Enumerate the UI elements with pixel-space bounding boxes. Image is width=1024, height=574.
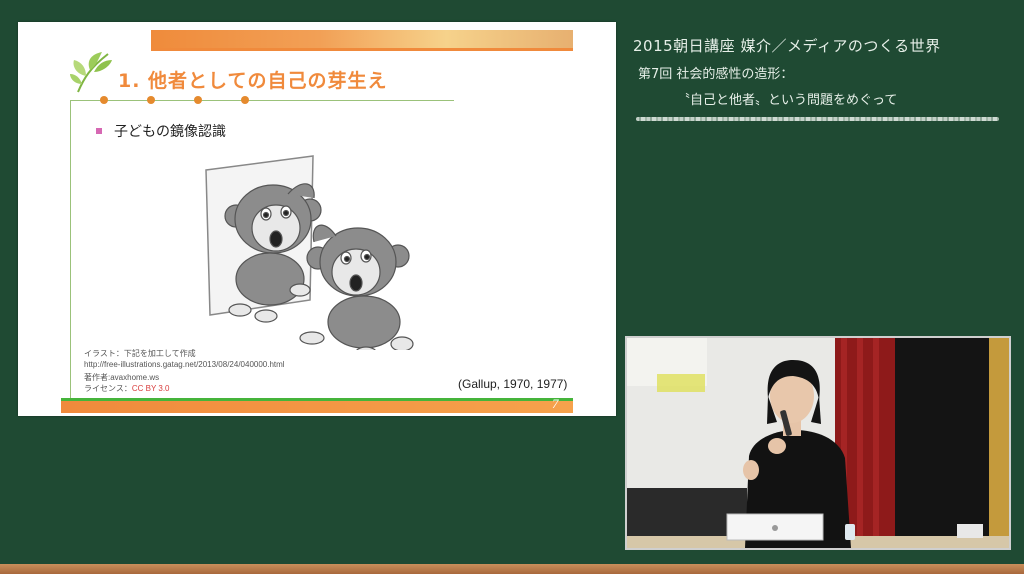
slide-title: 1. 他者としての自己の芽生え [118, 70, 388, 92]
credit-author: 著作者:avaxhome.ws [84, 373, 160, 382]
page-number: 7 [552, 396, 559, 411]
leaf-icon [70, 52, 112, 93]
monkey-mirror-illustration [205, 155, 414, 350]
board-bottom-strip [0, 564, 1024, 574]
speaker-video [625, 336, 1011, 550]
slide-bottom-bar [61, 401, 573, 413]
title-dot [194, 96, 202, 104]
lecture-title: 第7回 社会的感性の造形： [638, 67, 794, 82]
chalk-underline [636, 117, 999, 121]
credit-url: http://free-illustrations.gatag.net/2013… [84, 360, 285, 369]
bullet-text: 子どもの鏡像認識 [114, 124, 226, 140]
lecture-subtitle: 〝自己と他者〟という問題をめぐって [677, 93, 898, 108]
presentation-slide: 1. 他者としての自己の芽生え 子どもの鏡像認識 イラスト：下記を加工して作成 … [18, 22, 616, 416]
title-dot [100, 96, 108, 104]
title-dot [147, 96, 155, 104]
left-rule [70, 100, 71, 398]
bullet-icon [96, 128, 102, 134]
title-rule [70, 100, 454, 101]
credit-line: イラスト：下記を加工して作成 [84, 349, 196, 358]
slide-top-bar [151, 30, 573, 48]
license-name: CC BY 3.0 [131, 384, 170, 393]
course-title: 2015朝日講座 媒介／メディアのつくる世界 [633, 37, 941, 55]
title-dot [241, 96, 249, 104]
license-label: ライセンス： [84, 384, 132, 393]
slide-top-bar-line [151, 48, 573, 51]
speaker-video-frame [627, 338, 1009, 548]
credit-license: ライセンス：CC BY 3.0 [84, 383, 170, 394]
citation: (Gallup, 1970, 1977) [458, 377, 568, 391]
